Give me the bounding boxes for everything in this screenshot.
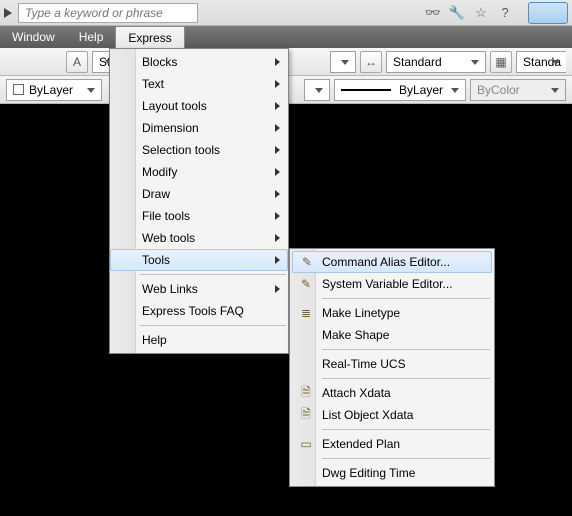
color-swatch-icon — [13, 84, 24, 95]
dim-dropdown-collapsed[interactable] — [330, 51, 356, 73]
express-item[interactable]: Web tools — [110, 227, 288, 249]
menu-item-label: Make Shape — [322, 328, 389, 342]
help-icon[interactable]: ? — [496, 4, 514, 22]
menu-item-icon: ✎ — [298, 255, 316, 269]
express-item[interactable]: Layout tools — [110, 95, 288, 117]
wrench-icon[interactable]: 🔧 — [448, 4, 466, 22]
menu-item-label: Tools — [142, 253, 170, 267]
menu-item-label: Attach Xdata — [322, 386, 391, 400]
submenu-arrow-icon — [275, 190, 280, 198]
binoculars-icon[interactable]: 👓 — [424, 4, 442, 22]
menu-item-label: Real-Time UCS — [322, 357, 406, 371]
express-item[interactable]: Blocks — [110, 51, 288, 73]
express-item[interactable]: File tools — [110, 205, 288, 227]
menu-item-label: Extended Plan — [322, 437, 400, 451]
tools-item[interactable]: System Variable Editor... ✎ — [292, 273, 492, 295]
menu-separator — [140, 325, 286, 326]
plotstyle-dropdown[interactable]: ByColor — [470, 79, 566, 101]
menu-item-label: Web tools — [142, 231, 195, 245]
menu-item-label: Command Alias Editor... — [322, 255, 450, 269]
submenu-arrow-icon — [275, 80, 280, 88]
menu-item-label: Express Tools FAQ — [142, 304, 244, 318]
tools-item[interactable]: Dwg Editing Time — [292, 462, 492, 484]
menu-item-label: Text — [142, 77, 164, 91]
express-item[interactable]: Web Links — [110, 278, 288, 300]
menu-separator — [322, 298, 490, 299]
submenu-arrow-icon — [275, 146, 280, 154]
menu-item-label: Draw — [142, 187, 170, 201]
submenu-arrow-icon — [275, 102, 280, 110]
submenu-arrow-icon — [275, 285, 280, 293]
tools-item[interactable]: Extended Plan ▭ — [292, 433, 492, 455]
express-item[interactable]: Express Tools FAQ — [110, 300, 288, 322]
infocenter-tools: 👓 🔧 ☆ ? — [424, 2, 568, 24]
express-item[interactable]: Dimension — [110, 117, 288, 139]
menu-item-label: Selection tools — [142, 143, 220, 157]
menu-separator — [322, 458, 490, 459]
menu-item-label: Dimension — [142, 121, 199, 135]
line-sample-icon — [341, 89, 391, 91]
menu-window[interactable]: Window — [0, 26, 67, 48]
tools-submenu-panel: Command Alias Editor...✎System Variable … — [289, 248, 495, 487]
submenu-arrow-icon — [275, 234, 280, 242]
menu-bar: Window Help Express — [0, 26, 572, 48]
tools-item[interactable]: Make Linetype ≣ — [292, 302, 492, 324]
tools-item[interactable]: Make Shape — [292, 324, 492, 346]
star-icon[interactable]: ☆ — [472, 4, 490, 22]
express-item[interactable]: Draw — [110, 183, 288, 205]
tools-item[interactable]: List Object Xdata 🗎 — [292, 404, 492, 426]
menu-separator — [322, 429, 490, 430]
tools-item[interactable]: Command Alias Editor... ✎ — [292, 251, 492, 273]
menu-item-label: Blocks — [142, 55, 177, 69]
play-icon — [4, 8, 12, 18]
menu-separator — [322, 378, 490, 379]
menu-express[interactable]: Express — [115, 26, 184, 48]
express-item[interactable]: Help — [110, 329, 288, 351]
tools-item[interactable]: Real-Time UCS — [292, 353, 492, 375]
menu-separator — [140, 274, 286, 275]
express-item[interactable]: Selection tools — [110, 139, 288, 161]
menu-item-icon: ▭ — [297, 437, 315, 451]
title-search-bar: 👓 🔧 ☆ ? — [0, 0, 572, 26]
menu-item-label: System Variable Editor... — [322, 277, 453, 291]
menu-item-icon: 🗎 — [297, 383, 315, 404]
menu-item-label: Make Linetype — [322, 306, 400, 320]
submenu-arrow-icon — [275, 168, 280, 176]
search-input[interactable] — [18, 3, 198, 23]
menu-separator — [322, 349, 490, 350]
menu-item-label: Help — [142, 333, 167, 347]
express-menu-panel: Blocks Text Layout tools Dimension Selection… — [109, 48, 289, 354]
express-item[interactable]: Modify — [110, 161, 288, 183]
menu-item-icon: ✎ — [297, 277, 315, 291]
submenu-arrow-icon — [275, 212, 280, 220]
submenu-arrow-icon — [275, 256, 280, 264]
drawing-area[interactable]: BlocksTextLayout toolsDimensionSelection… — [0, 104, 572, 516]
submenu-arrow-icon — [275, 58, 280, 66]
express-item[interactable]: Tools — [110, 249, 288, 271]
tools-item[interactable]: Attach Xdata 🗎 — [292, 382, 492, 404]
dimstyle-icon[interactable]: ↔ — [360, 51, 382, 73]
menu-item-label: Dwg Editing Time — [322, 466, 415, 480]
text-style-icon[interactable]: A — [66, 51, 88, 73]
menu-item-label: File tools — [142, 209, 190, 223]
linetype-dropdown-collapsed[interactable] — [304, 79, 330, 101]
table-style-icon[interactable]: ▦ — [490, 51, 512, 73]
menu-item-icon: 🗎 — [297, 405, 315, 426]
dimstyle-dropdown[interactable]: Standard — [386, 51, 486, 73]
menu-item-icon: ≣ — [297, 306, 315, 320]
menu-item-label: List Object Xdata — [322, 408, 413, 422]
window-control-minimize[interactable] — [528, 2, 568, 24]
menu-help[interactable]: Help — [67, 26, 116, 48]
layer-color-dropdown[interactable]: ByLayer — [6, 79, 102, 101]
menu-item-label: Layout tools — [142, 99, 207, 113]
tablestyle-dropdown[interactable]: Standa — [516, 51, 566, 73]
menu-item-label: Modify — [142, 165, 177, 179]
lineweight-dropdown[interactable]: ByLayer — [334, 79, 466, 101]
menu-item-label: Web Links — [142, 282, 198, 296]
submenu-arrow-icon — [275, 124, 280, 132]
express-item[interactable]: Text — [110, 73, 288, 95]
